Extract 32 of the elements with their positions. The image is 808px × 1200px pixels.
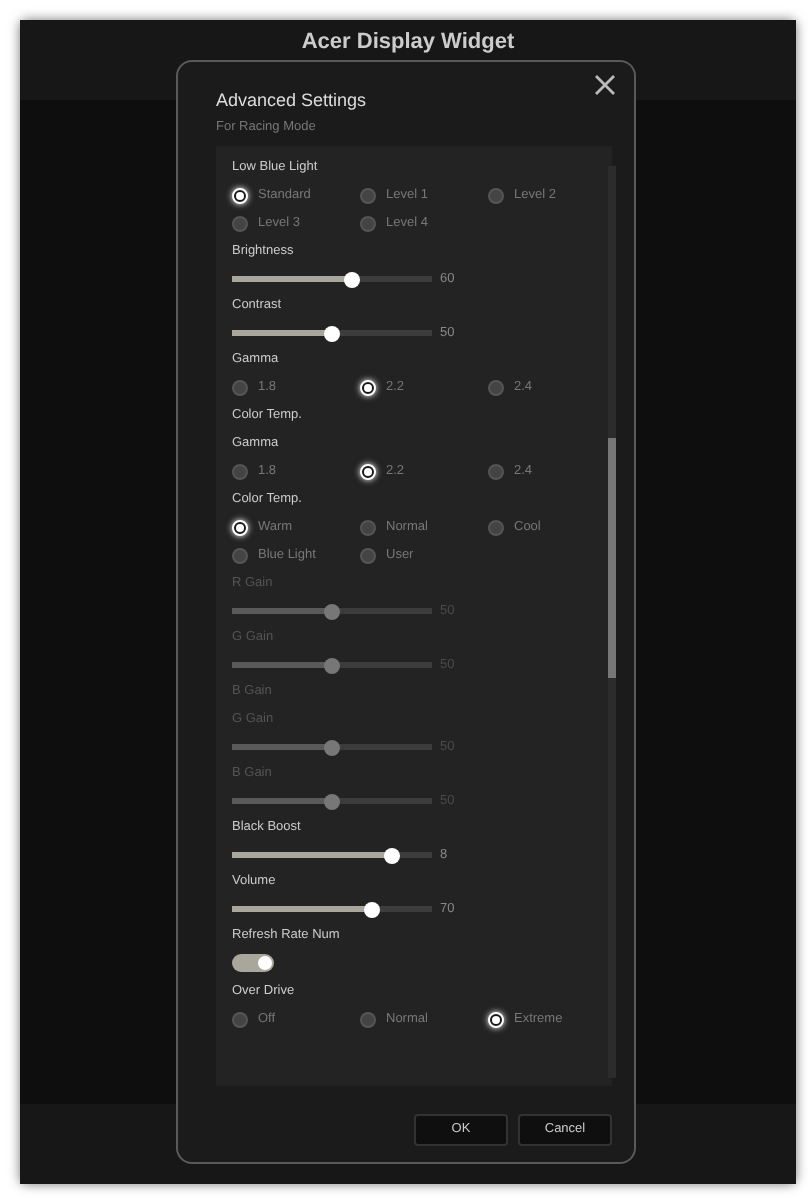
radio-button[interactable] xyxy=(488,520,504,536)
slider-track[interactable] xyxy=(232,906,432,912)
radio-button[interactable] xyxy=(360,1012,376,1028)
close-icon[interactable] xyxy=(594,74,616,96)
slider-track[interactable] xyxy=(232,744,432,750)
radio-button[interactable] xyxy=(232,216,248,232)
slider-track[interactable] xyxy=(232,608,432,614)
scrollbar[interactable] xyxy=(608,166,616,1078)
radio-button[interactable] xyxy=(488,464,504,480)
slider-thumb[interactable] xyxy=(324,325,340,341)
slider-track[interactable] xyxy=(232,330,432,336)
radio-button[interactable] xyxy=(488,188,504,204)
toggle-switch[interactable] xyxy=(232,954,274,972)
radio-button[interactable] xyxy=(360,188,376,204)
scrollbar-thumb[interactable] xyxy=(608,438,616,678)
radio-button[interactable] xyxy=(488,380,504,396)
radio-button[interactable] xyxy=(360,520,376,536)
slider-track[interactable] xyxy=(232,276,432,282)
slider-track[interactable] xyxy=(232,798,432,804)
slider-track[interactable] xyxy=(232,662,432,668)
app-title: Acer Display Widget xyxy=(299,28,517,58)
radio-button[interactable] xyxy=(232,380,248,396)
slider-thumb[interactable] xyxy=(364,901,380,917)
radio-button[interactable] xyxy=(232,548,248,564)
radio-button[interactable] xyxy=(232,464,248,480)
radio-button[interactable] xyxy=(232,1012,248,1028)
slider-thumb[interactable] xyxy=(344,271,360,287)
dialog-title: Advanced Settings xyxy=(216,88,369,112)
slider-track[interactable] xyxy=(232,852,432,858)
radio-button[interactable] xyxy=(360,216,376,232)
slider-thumb[interactable] xyxy=(384,847,400,863)
radio-button[interactable] xyxy=(360,548,376,564)
